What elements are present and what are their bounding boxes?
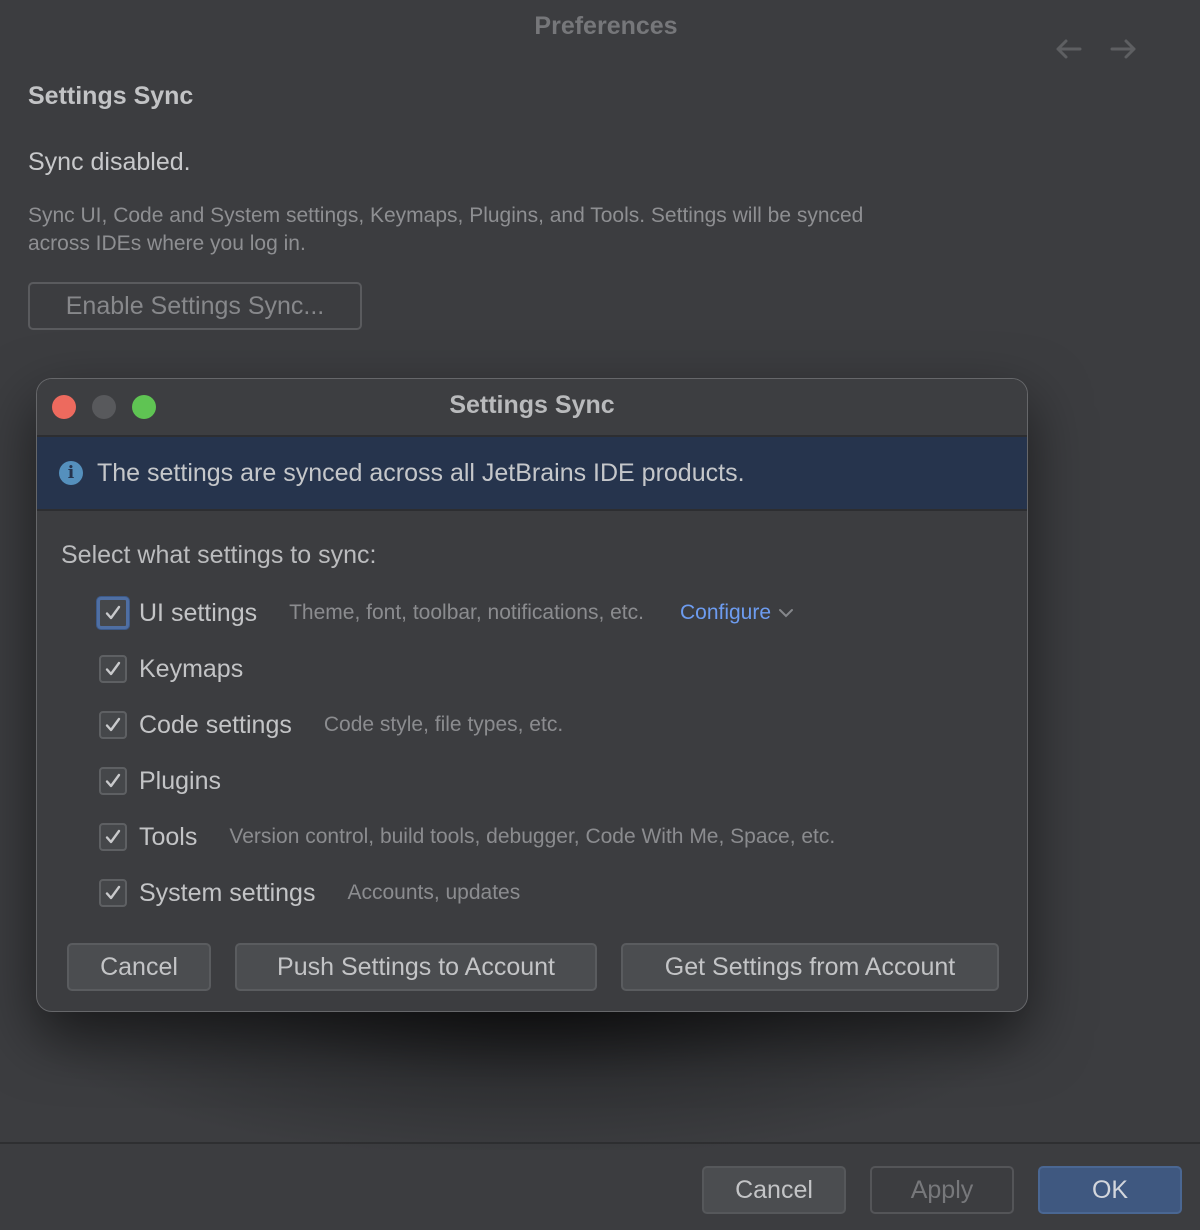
dialog-titlebar: Settings Sync	[37, 379, 1027, 437]
navigation-arrows	[1052, 34, 1140, 64]
info-text: The settings are synced across all JetBr…	[97, 458, 745, 487]
option-description: Accounts, updates	[347, 881, 521, 904]
page-title: Settings Sync	[28, 82, 194, 110]
push-settings-button[interactable]: Push Settings to Account	[235, 943, 597, 991]
option-label: Keymaps	[139, 654, 244, 683]
option-system-settings: System settings Accounts, updates	[99, 875, 520, 911]
forward-button[interactable]	[1108, 34, 1140, 64]
info-banner: i The settings are synced across all Jet…	[37, 437, 1027, 511]
dialog-title: Settings Sync	[449, 391, 615, 419]
option-tools: Tools Version control, build tools, debu…	[99, 819, 835, 855]
option-label: Tools	[139, 822, 198, 851]
settings-sync-dialog: Settings Sync i The settings are synced …	[36, 378, 1028, 1012]
checkmark-icon	[105, 605, 121, 620]
checkmark-icon	[105, 661, 121, 676]
option-description: Code style, file types, etc.	[323, 713, 564, 736]
option-plugins: Plugins	[99, 763, 253, 799]
ui-settings-checkbox[interactable]	[97, 597, 129, 629]
option-label: UI settings	[139, 598, 258, 627]
option-code-settings: Code settings Code style, file types, et…	[99, 707, 563, 743]
get-settings-button[interactable]: Get Settings from Account	[621, 943, 999, 991]
option-description: Theme, font, toolbar, notifications, etc…	[289, 601, 644, 624]
ok-button[interactable]: OK	[1038, 1166, 1182, 1214]
option-label: System settings	[139, 878, 316, 907]
chevron-down-icon	[779, 609, 794, 618]
checkmark-icon	[105, 717, 121, 732]
plugins-checkbox[interactable]	[99, 767, 127, 795]
checkmark-icon	[105, 829, 121, 844]
sync-status: Sync disabled.	[28, 148, 191, 176]
dialog-shadow	[30, 1000, 1030, 1150]
apply-button[interactable]: Apply	[870, 1166, 1014, 1214]
keymaps-checkbox[interactable]	[99, 655, 127, 683]
system-settings-checkbox[interactable]	[99, 879, 127, 907]
select-label: Select what settings to sync:	[61, 541, 377, 569]
checkmark-icon	[105, 885, 121, 900]
cancel-button[interactable]: Cancel	[702, 1166, 846, 1214]
tools-checkbox[interactable]	[99, 823, 127, 851]
checkmark-icon	[105, 773, 121, 788]
option-label: Plugins	[139, 766, 221, 795]
window-title: Preferences	[534, 12, 678, 40]
arrow-left-icon	[1056, 39, 1082, 59]
sync-description: Sync UI, Code and System settings, Keyma…	[28, 204, 864, 255]
configure-link[interactable]: Configure	[680, 601, 795, 625]
enable-settings-sync-button[interactable]: Enable Settings Sync...	[28, 282, 362, 330]
option-ui-settings: UI settings Theme, font, toolbar, notifi…	[97, 595, 795, 631]
arrow-right-icon	[1110, 39, 1136, 59]
info-icon: i	[59, 461, 83, 485]
code-settings-checkbox[interactable]	[99, 711, 127, 739]
option-description: Version control, build tools, debugger, …	[229, 825, 836, 848]
option-keymaps: Keymaps	[99, 651, 275, 687]
option-label: Code settings	[139, 710, 292, 739]
dialog-cancel-button[interactable]: Cancel	[67, 943, 211, 991]
configure-label: Configure	[679, 601, 772, 624]
back-button[interactable]	[1052, 34, 1084, 64]
